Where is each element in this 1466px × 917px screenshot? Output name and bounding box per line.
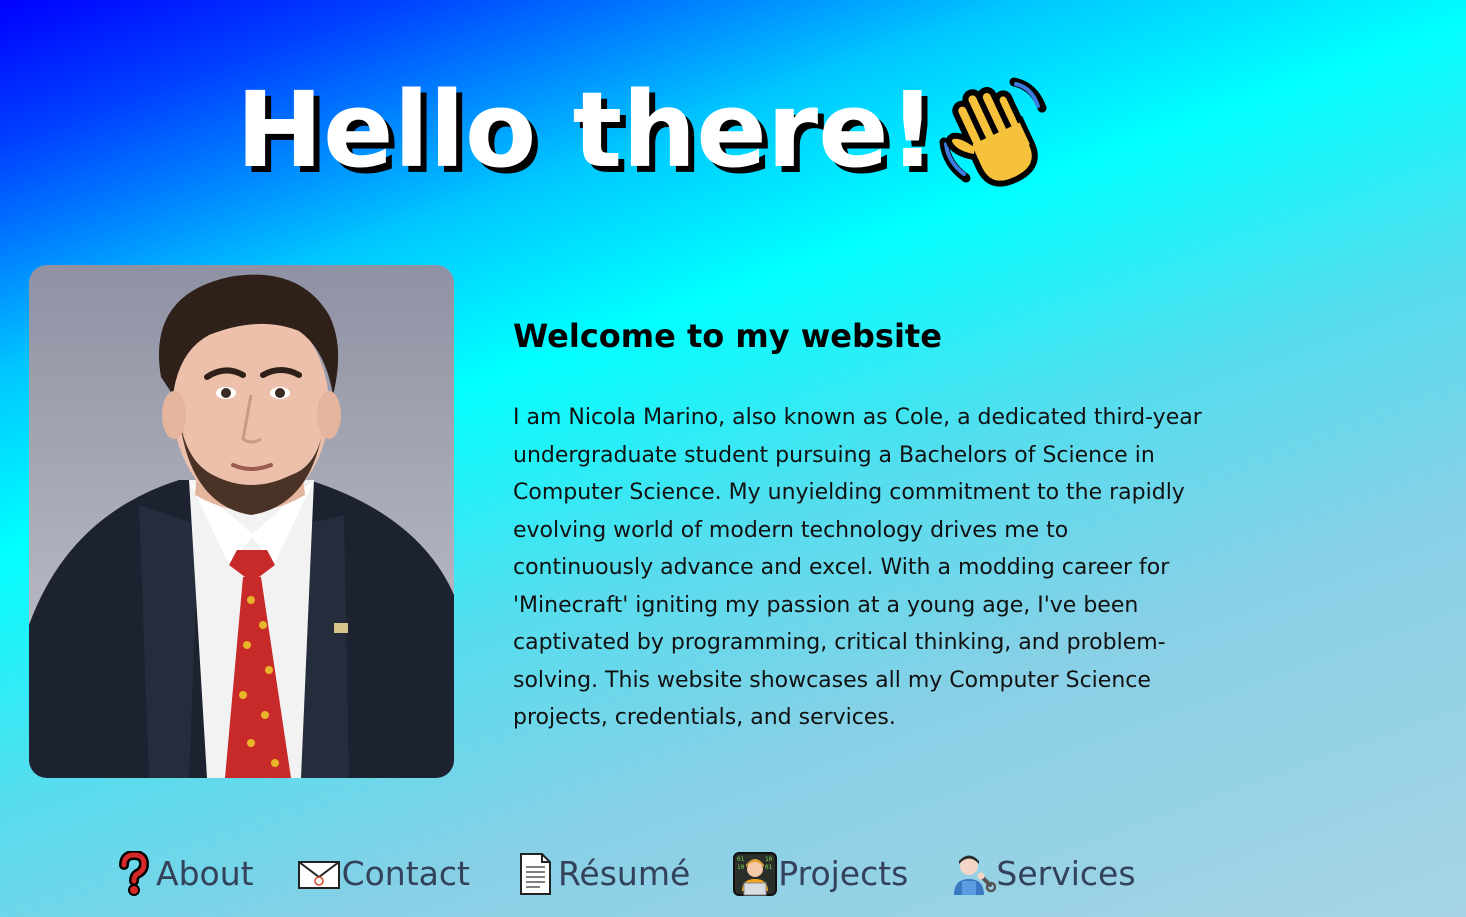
technologist-icon: 01 10 10 01 — [732, 851, 778, 897]
profile-photo — [29, 265, 454, 778]
svg-text:01: 01 — [737, 856, 745, 863]
nav-label-services: Services — [996, 854, 1136, 893]
waving-hand-icon — [934, 72, 1058, 196]
nav-link-contact[interactable]: Contact — [296, 848, 470, 900]
nav-label-resume: Résumé — [557, 854, 691, 893]
nav-link-resume[interactable]: Résumé — [512, 848, 690, 900]
svg-text:10: 10 — [765, 856, 773, 863]
welcome-heading: Welcome to my website — [513, 317, 942, 355]
nav-label-projects: Projects — [778, 854, 909, 893]
document-icon — [512, 851, 558, 897]
mechanic-icon — [950, 851, 997, 897]
page-title: Hello there! — [236, 69, 937, 191]
nav-link-projects[interactable]: 01 10 10 01 Projects — [732, 848, 908, 900]
envelope-icon — [296, 851, 342, 897]
main-nav: About Contact Résumé 01 10 10 01 Project… — [110, 848, 1178, 900]
nav-label-about: About — [156, 854, 254, 893]
nav-link-services[interactable]: Services — [950, 848, 1136, 900]
question-mark-icon — [110, 851, 156, 897]
nav-label-contact: Contact — [341, 854, 470, 893]
svg-text:01: 01 — [765, 864, 773, 871]
nav-link-about[interactable]: About — [110, 848, 254, 900]
svg-text:10: 10 — [737, 864, 745, 871]
bio-paragraph: I am Nicola Marino, also known as Cole, … — [513, 405, 1202, 730]
